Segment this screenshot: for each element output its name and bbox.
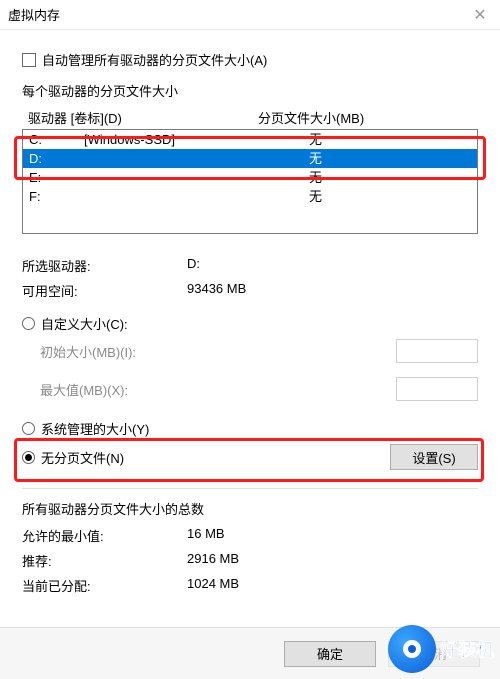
col-size-header: 分页文件大小(MB) bbox=[258, 108, 472, 127]
auto-manage-checkbox[interactable] bbox=[22, 53, 36, 67]
min-allowed-label: 允许的最小值: bbox=[22, 526, 187, 545]
drive-row-e[interactable]: E: 无 bbox=[23, 168, 477, 187]
auto-manage-label: 自动管理所有驱动器的分页文件大小(A) bbox=[42, 50, 267, 69]
system-managed-radio[interactable] bbox=[22, 422, 35, 435]
totals-grid: 允许的最小值: 16 MB 推荐: 2916 MB 当前已分配: 1024 MB bbox=[22, 526, 478, 595]
max-size-input[interactable] bbox=[396, 377, 478, 401]
footer-bar: 确定 取消 bbox=[0, 627, 500, 679]
totals-header: 所有驱动器分页文件大小的总数 bbox=[22, 499, 478, 518]
content-area: 自动管理所有驱动器的分页文件大小(A) 每个驱动器的分页文件大小 驱动器 [卷标… bbox=[0, 30, 500, 605]
recommended-label: 推荐: bbox=[22, 551, 187, 570]
no-paging-label: 无分页文件(N) bbox=[41, 448, 124, 467]
max-size-label: 最大值(MB)(X): bbox=[40, 380, 230, 399]
max-size-row: 最大值(MB)(X): bbox=[40, 377, 478, 401]
divider bbox=[22, 488, 478, 489]
free-space-label: 可用空间: bbox=[22, 281, 187, 300]
close-icon[interactable]: ✕ bbox=[468, 5, 492, 25]
ok-button[interactable]: 确定 bbox=[284, 641, 376, 667]
column-headers: 驱动器 [卷标](D) 分页文件大小(MB) bbox=[22, 104, 478, 129]
titlebar: 虚拟内存 ✕ bbox=[0, 0, 500, 30]
selected-drive-label: 所选驱动器: bbox=[22, 256, 187, 275]
auto-manage-row[interactable]: 自动管理所有驱动器的分页文件大小(A) bbox=[22, 50, 478, 69]
custom-size-radio[interactable] bbox=[22, 317, 35, 330]
selected-drive-value: D: bbox=[187, 256, 478, 275]
initial-size-label: 初始大小(MB)(I): bbox=[40, 342, 230, 361]
free-space-value: 93436 MB bbox=[187, 281, 478, 300]
set-button[interactable]: 设置(S) bbox=[390, 444, 478, 470]
window-title: 虚拟内存 bbox=[8, 5, 60, 24]
drive-row-c[interactable]: C: [Windows-SSD] 无 bbox=[23, 130, 477, 149]
no-paging-row: 无分页文件(N) 设置(S) bbox=[22, 444, 478, 470]
allocated-value: 1024 MB bbox=[187, 576, 478, 595]
per-drive-label: 每个驱动器的分页文件大小 bbox=[22, 81, 478, 100]
allocated-label: 当前已分配: bbox=[22, 576, 187, 595]
custom-size-radio-row[interactable]: 自定义大小(C): bbox=[22, 314, 478, 333]
drive-row-d[interactable]: D: 无 bbox=[23, 149, 477, 168]
system-managed-label: 系统管理的大小(Y) bbox=[41, 419, 149, 438]
col-drive-header: 驱动器 [卷标](D) bbox=[28, 108, 258, 127]
recommended-value: 2916 MB bbox=[187, 551, 478, 570]
initial-size-input[interactable] bbox=[396, 339, 478, 363]
initial-size-row: 初始大小(MB)(I): bbox=[40, 339, 478, 363]
min-allowed-value: 16 MB bbox=[187, 526, 478, 545]
no-paging-radio-row[interactable]: 无分页文件(N) bbox=[22, 448, 124, 467]
no-paging-radio[interactable] bbox=[22, 451, 35, 464]
system-managed-radio-row[interactable]: 系统管理的大小(Y) bbox=[22, 419, 478, 438]
drive-listbox[interactable]: C: [Windows-SSD] 无 D: 无 E: 无 F: 无 bbox=[22, 129, 478, 234]
custom-size-label: 自定义大小(C): bbox=[41, 314, 128, 333]
cancel-button[interactable]: 取消 bbox=[388, 641, 480, 667]
drive-row-f[interactable]: F: 无 bbox=[23, 187, 477, 206]
selected-drive-info: 所选驱动器: D: 可用空间: 93436 MB bbox=[22, 256, 478, 300]
